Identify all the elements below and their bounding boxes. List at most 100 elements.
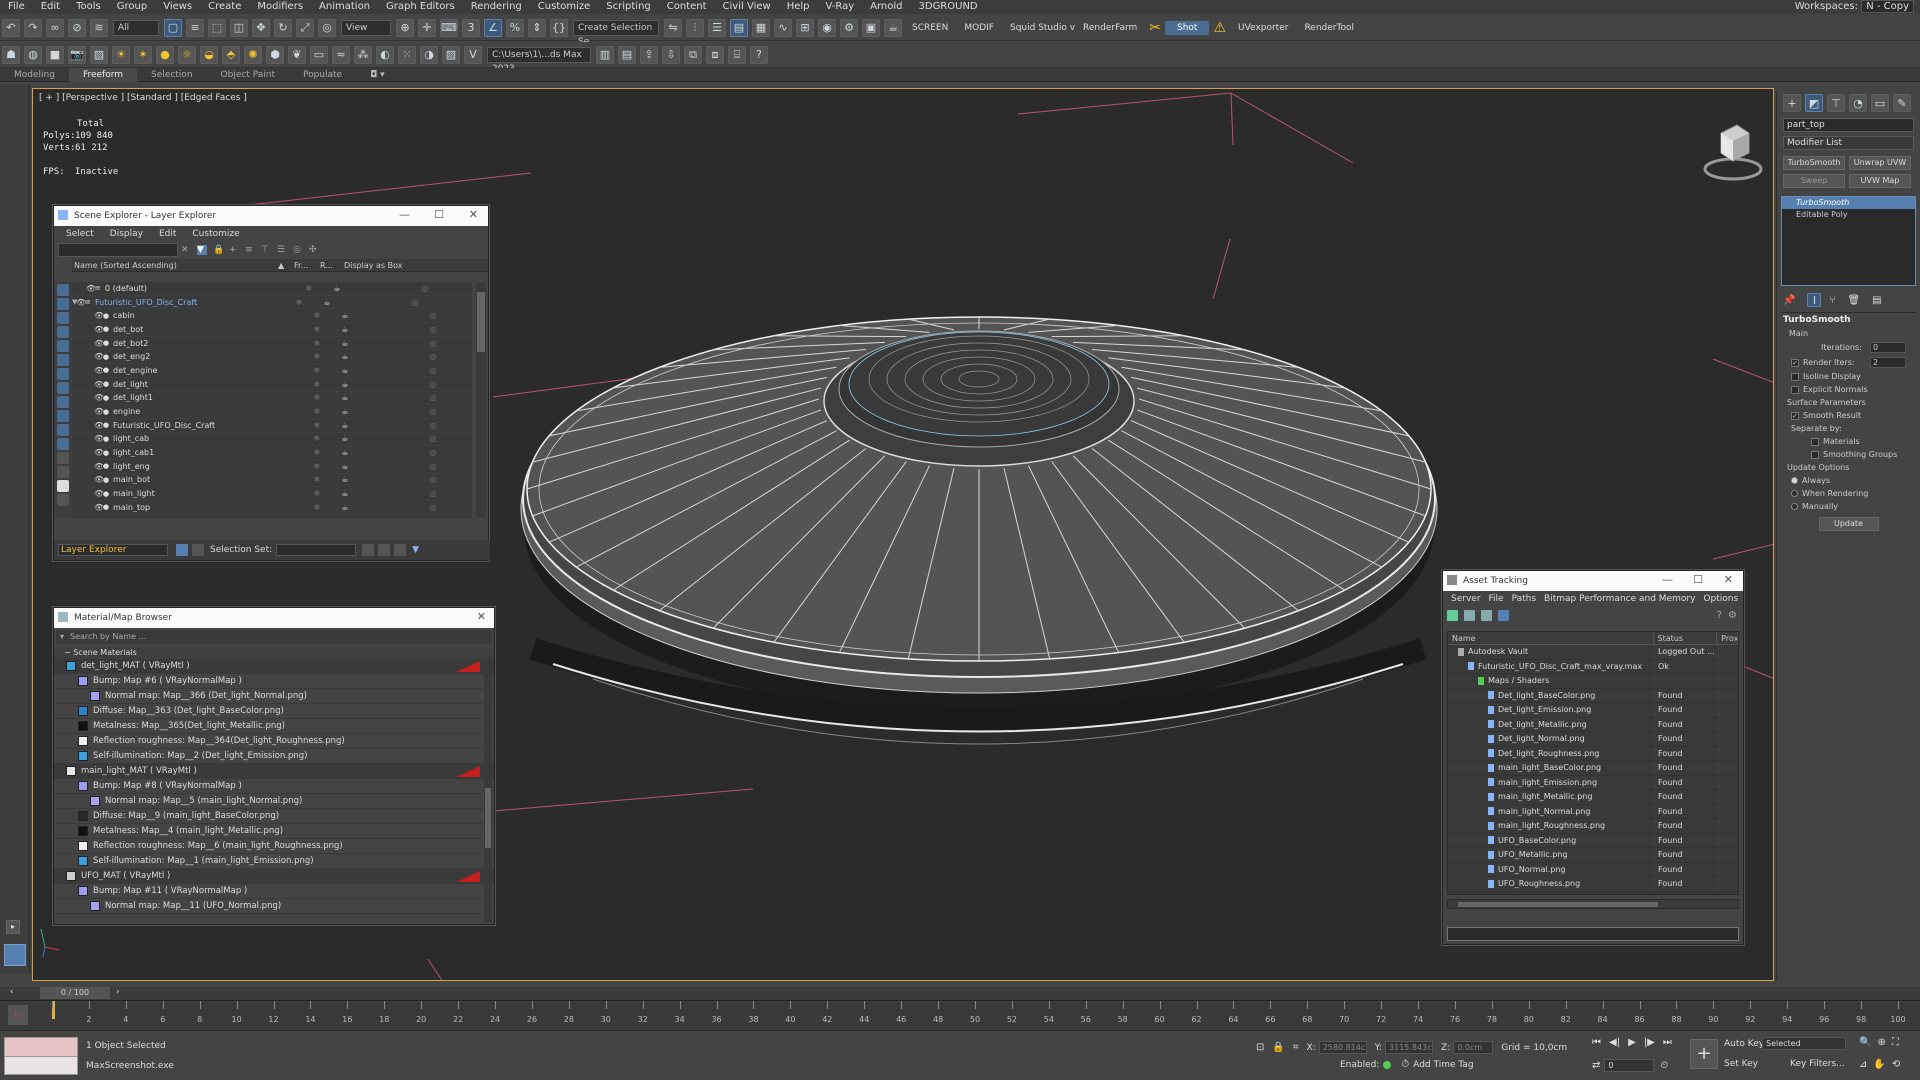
smoothing-groups-checkbox[interactable]	[1811, 450, 1819, 459]
display-box-toggle-icon[interactable]: ◎	[419, 421, 447, 430]
table-view-icon[interactable]	[1498, 609, 1509, 621]
scene-tree-row[interactable]: 👁 ● det_eng2 ❄ ☕ ◎	[72, 350, 472, 365]
map-row[interactable]: Self-illumination: Map__1 (main_light_Em…	[54, 854, 494, 869]
spot-light-icon[interactable]: ✺	[244, 45, 262, 64]
script-listener-icon[interactable]: ⌸	[728, 45, 746, 64]
asset-row[interactable]: Autodesk Vault Logged Out ...	[1448, 645, 1738, 660]
scene-tree-row[interactable]: 👁 ● det_light1 ❄ ☕ ◎	[72, 391, 472, 406]
funnel-icon[interactable]: ▼	[412, 545, 419, 555]
angle-snap-icon[interactable]: ∠	[484, 18, 502, 37]
configure-sets-icon[interactable]: ▤	[1872, 295, 1881, 306]
rollout-title[interactable]: TurboSmooth	[1781, 312, 1916, 327]
at-menu-paths[interactable]: Paths	[1508, 594, 1540, 604]
mirror-icon[interactable]: ⇋	[664, 18, 682, 37]
update-button[interactable]: Update	[1818, 517, 1879, 531]
box-icon[interactable]: ■	[46, 45, 64, 64]
display-layers-icon[interactable]	[57, 284, 69, 296]
stack-turbosmooth[interactable]: TurboSmooth	[1782, 197, 1915, 209]
menu-graph-editors[interactable]: Graph Editors	[378, 0, 463, 14]
displace-icon[interactable]: ≈	[332, 45, 350, 64]
display-options-icon[interactable]	[57, 494, 69, 506]
asset-icon[interactable]: ⧈	[706, 45, 724, 64]
menu-content[interactable]: Content	[659, 0, 715, 14]
scene-tree-row[interactable]: 👁 ● main_bot ❄ ☕ ◎	[72, 473, 472, 488]
time-config-icon[interactable]: ⏲	[1660, 1060, 1668, 1071]
env-icon[interactable]: ◑	[420, 45, 438, 64]
freeze-toggle-icon[interactable]: ❄	[295, 284, 323, 293]
visibility-eye-icon[interactable]: 👁	[94, 366, 104, 375]
dots-icon[interactable]: ⁙	[398, 45, 416, 64]
named-selection-dropdown[interactable]: Create Selection Se	[573, 19, 659, 47]
scene-explorer-icon[interactable]: ☰	[708, 18, 726, 37]
col-asset-status[interactable]: Status	[1654, 632, 1718, 644]
freeze-toggle-icon[interactable]: ❄	[303, 421, 331, 430]
display-box-toggle-icon[interactable]: ◎	[419, 503, 447, 512]
manually-radio[interactable]	[1791, 503, 1798, 510]
sun-icon[interactable]: ☼	[178, 45, 196, 64]
menu-civil-view[interactable]: Civil View	[715, 0, 779, 14]
freeze-toggle-icon[interactable]: ❄	[303, 475, 331, 484]
make-unique-icon[interactable]: ⑂	[1829, 295, 1835, 306]
rendered-frame-icon[interactable]: ▣	[862, 18, 880, 37]
collapse-icon[interactable]: −	[64, 648, 73, 657]
when-rendering-radio[interactable]	[1791, 490, 1798, 497]
display-box-toggle-icon[interactable]: ◎	[411, 284, 439, 293]
minimize-icon[interactable]: —	[399, 208, 410, 221]
maximize-icon[interactable]: ☐	[434, 208, 444, 221]
map-row[interactable]: Reflection roughness: Map__6 (main_light…	[54, 839, 494, 854]
freeze-toggle-icon[interactable]: ❄	[285, 298, 313, 307]
menu-modifiers[interactable]: Modifiers	[249, 0, 311, 14]
se-menu-select[interactable]: Select	[58, 229, 102, 239]
z-coordinate-field[interactable]: 0.0cm	[1453, 1041, 1494, 1054]
material-row[interactable]: main_light_MAT ( VRayMtl )	[54, 764, 494, 779]
filter-icon[interactable]: ▼	[197, 245, 207, 255]
render-toggle-icon[interactable]: ☕	[331, 448, 359, 457]
freeze-toggle-icon[interactable]: ❄	[303, 517, 331, 518]
visibility-eye-icon[interactable]: 👁	[94, 489, 104, 498]
xref-icon[interactable]: ⧉	[684, 45, 702, 64]
render-toggle-icon[interactable]: ☕	[331, 517, 359, 518]
display-groups-icon[interactable]	[57, 396, 69, 408]
col-asset-name[interactable]: Name	[1448, 632, 1654, 644]
vray-icon[interactable]: V	[464, 45, 482, 64]
explicit-normals-checkbox[interactable]	[1791, 385, 1799, 394]
asset-help-icon[interactable]: ?	[1717, 610, 1722, 621]
map-row[interactable]: Bump: Map #8 ( VRayNormalMap )	[54, 779, 494, 794]
render-toggle-icon[interactable]: ☕	[331, 503, 359, 512]
scene-materials-group[interactable]: − Scene Materials	[54, 646, 494, 659]
asset-row[interactable]: Det_light_Emission.png Found	[1448, 703, 1738, 718]
set-key-button[interactable]: Set Key	[1724, 1059, 1758, 1069]
asset-row[interactable]: Det_light_BaseColor.png Found	[1448, 688, 1738, 703]
menu-tools[interactable]: Tools	[68, 0, 109, 14]
list-view-icon[interactable]	[1464, 609, 1475, 621]
maxscript-input[interactable]	[5, 1038, 77, 1057]
scene-scroll-thumb[interactable]	[477, 292, 485, 352]
display-box-toggle-icon[interactable]: ◎	[419, 339, 447, 348]
isoline-checkbox[interactable]	[1791, 372, 1799, 381]
isolate-icon[interactable]: ⊡	[1256, 1042, 1264, 1053]
col-freeze[interactable]: Fr...	[294, 261, 320, 270]
display-box-toggle-icon[interactable]: ◎	[419, 380, 447, 389]
scene-tree-row[interactable]: 👁 ● main_light ❄ ☕ ◎	[72, 487, 472, 501]
asset-hscroll-thumb[interactable]	[1458, 902, 1658, 907]
pin-stack-icon[interactable]: 📌	[1783, 295, 1795, 306]
show-end-result-icon[interactable]: I	[1807, 293, 1822, 307]
object-name-field[interactable]: part_top	[1783, 118, 1914, 132]
display-box-toggle-icon[interactable]: ◎	[419, 489, 447, 498]
asset-row[interactable]: UFO_BaseColor.png Found	[1448, 833, 1738, 848]
display-box-toggle-icon[interactable]: ◎	[419, 366, 447, 375]
display-box-toggle-icon[interactable]: ◎	[401, 298, 429, 307]
unlink-icon[interactable]: ⊘	[68, 18, 86, 37]
proxy-icon[interactable]: ⬢	[266, 45, 284, 64]
zoom-all-icon[interactable]: ⊕	[1877, 1037, 1885, 1048]
render-toggle-icon[interactable]: ☕	[331, 393, 359, 402]
keyboard-shortcut-icon[interactable]: ⌨	[440, 18, 458, 37]
freeze-toggle-icon[interactable]: ❄	[303, 503, 331, 512]
move-icon[interactable]: ✥	[252, 18, 270, 37]
teapot-icon[interactable]: ☗	[2, 45, 20, 64]
menu-help[interactable]: Help	[779, 0, 818, 14]
modif-script-button[interactable]: MODIF	[964, 23, 994, 33]
display-xrefs-icon[interactable]	[57, 410, 69, 422]
add-time-tag[interactable]: Add Time Tag	[1413, 1060, 1473, 1070]
modifier-list-dropdown[interactable]: Modifier List	[1783, 136, 1914, 150]
